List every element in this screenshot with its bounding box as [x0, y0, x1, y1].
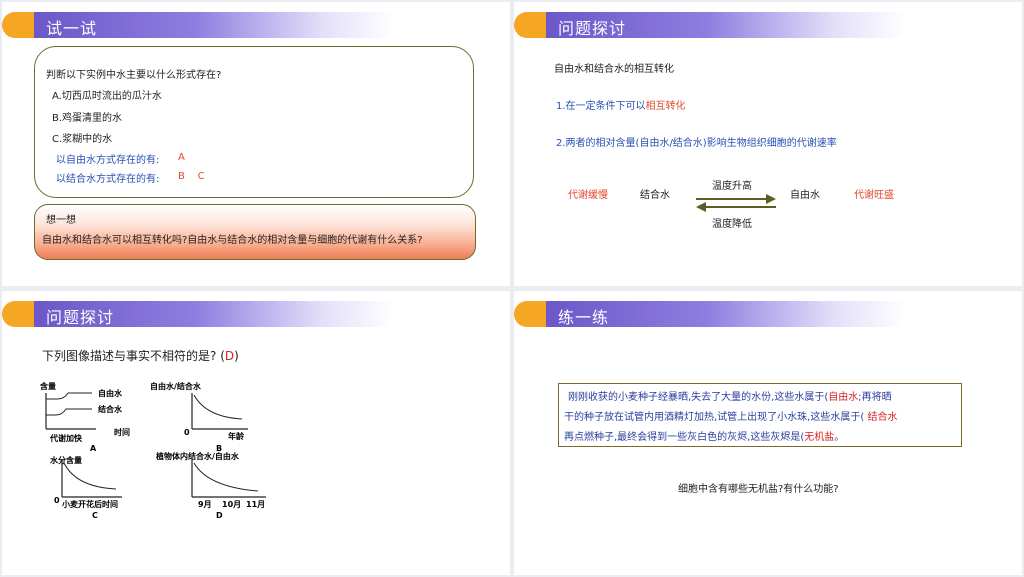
graph-c-ylabel: 水分含量 — [49, 455, 82, 465]
graph-d-letter: D — [216, 511, 223, 519]
slide-header: 问题探讨 — [514, 12, 914, 38]
graph-c-letter: C — [92, 511, 98, 519]
slide-header: 练一练 — [514, 301, 914, 327]
graph-a: 含量 自由水 结合水 代谢加快 时间 A — [40, 381, 130, 453]
slide-title: 问题探讨 — [46, 308, 115, 327]
graph-a-xlabel: 代谢加快 — [49, 433, 83, 443]
graph-c-origin: 0 — [54, 496, 60, 505]
slide-discussion-conversion: 问题探讨 自由水和结合水的相互转化 1.在一定条件下可以相互转化 2.两者的相对… — [514, 2, 1022, 286]
free-water: 自由水 — [790, 190, 820, 201]
slide-practice: 练一练 刚刚收获的小麦种子经暴晒,失去了大量的水份,这些水属于(自由水;再将晒 … — [514, 291, 1022, 575]
graphs-figure: 含量 自由水 结合水 代谢加快 时间 A 自由水/结合水 0 年龄 B 水分含量 — [40, 381, 266, 519]
header-tab — [514, 12, 546, 38]
graph-d-xtick-2: 10月 — [222, 500, 241, 509]
temp-down: 温度降低 — [712, 219, 752, 230]
slide-discussion-graphs: 问题探讨 下列图像描述与事实不相符的是? (D) 含量 自由水 结合水 代谢加快… — [2, 291, 510, 575]
slide-title: 问题探讨 — [558, 19, 627, 38]
graph-d: 植物体内结合水/自由水 9月 10月 11月 D — [155, 451, 266, 519]
graph-d-xtick-3: 11月 — [246, 500, 265, 509]
graph-a-line2: 结合水 — [98, 404, 123, 414]
section-heading: 自由水和结合水的相互转化 — [554, 64, 674, 75]
slide-title: 练一练 — [558, 308, 610, 327]
exercise-line-3: 再点燃种子,最终会得到一些灰白色的灰烬,这些灰烬是(无机盐。 — [564, 428, 844, 443]
point-1: 1.在一定条件下可以相互转化 — [556, 97, 686, 112]
graph-d-ylabel: 植物体内结合水/自由水 — [155, 451, 240, 461]
exercise-box: 刚刚收获的小麦种子经暴晒,失去了大量的水份,这些水属于(自由水;再将晒 干的种子… — [558, 383, 962, 447]
think-text: 自由水和结合水可以相互转化吗?自由水与结合水的相对含量与细胞的代谢有什么关系? — [42, 235, 423, 246]
header-tab — [2, 12, 34, 38]
exercise-line-1: 刚刚收获的小麦种子经暴晒,失去了大量的水份,这些水属于(自由水;再将晒 — [568, 388, 892, 403]
point-1-highlight: 相互转化 — [645, 101, 686, 112]
slide-title: 试一试 — [46, 19, 98, 38]
question-main: 下列图像描述与事实不相符的是? — [42, 349, 217, 363]
header-tab — [2, 301, 34, 327]
line2-answer: 结合水 — [867, 412, 898, 423]
graph-b-ylabel: 自由水/结合水 — [150, 381, 202, 391]
graph-c: 水分含量 0 小麦开花后时间 C — [49, 455, 122, 519]
option-b: B.鸡蛋清里的水 — [52, 113, 123, 124]
slow-metabolism: 代谢缓慢 — [568, 190, 608, 201]
graph-a-xlabel2: 时间 — [114, 427, 130, 437]
slide-try: 试一试 判断以下实例中水主要以什么形式存在? A.切西瓜时流出的瓜汁水 B.鸡蛋… — [2, 2, 510, 286]
graph-b-origin: 0 — [184, 428, 190, 437]
graph-d-xtick-1: 9月 — [198, 500, 212, 509]
header-tab — [514, 301, 546, 327]
point-1-prefix: 1.在一定条件下可以 — [556, 101, 646, 112]
think-title: 想一想 — [46, 215, 76, 226]
graph-a-letter: A — [90, 444, 97, 453]
bound-water-label: 以结合水方式存在的有: — [56, 174, 160, 185]
slide-header: 试一试 — [2, 12, 402, 38]
free-water-label: 以自由水方式存在的有: — [56, 155, 160, 166]
line2-text: 干的种子放在试管内用酒精灯加热,试管上出现了小水珠,这些水属于( — [564, 412, 865, 423]
graph-b: 自由水/结合水 0 年龄 B — [150, 381, 248, 453]
question-text: 判断以下实例中水主要以什么形式存在? — [46, 70, 222, 81]
graph-a-line1: 自由水 — [98, 388, 123, 398]
line1-tail: ;再将晒 — [858, 392, 892, 403]
answer-letter: D — [224, 349, 235, 363]
line3-text: 再点燃种子,最终会得到一些灰白色的灰烬,这些灰烬是( — [564, 432, 805, 443]
bound-water: 结合水 — [640, 190, 670, 201]
follow-up-question: 细胞中含有哪些无机盐?有什么功能? — [678, 484, 839, 495]
line3-answer: 无机盐 — [804, 432, 835, 443]
conversion-arrows-icon — [696, 194, 776, 212]
exercise-line-2: 干的种子放在试管内用酒精灯加热,试管上出现了小水珠,这些水属于( 结合水 — [564, 408, 897, 423]
fast-metabolism: 代谢旺盛 — [854, 190, 894, 201]
option-a: A.切西瓜时流出的瓜汁水 — [52, 91, 162, 102]
answer-close: ) — [234, 349, 239, 363]
line1-text: 刚刚收获的小麦种子经暴晒,失去了大量的水份,这些水属于( — [568, 392, 829, 403]
free-water-answer: A — [178, 152, 185, 163]
line3-tail: 。 — [834, 432, 845, 443]
question-text: 下列图像描述与事实不相符的是? (D) — [42, 347, 239, 364]
point-2: 2.两者的相对含量(自由水/结合水)影响生物组织细胞的代谢速率 — [556, 138, 837, 149]
bound-water-answer: B C — [178, 171, 205, 182]
slide-header: 问题探讨 — [2, 301, 402, 327]
graph-b-xlabel: 年龄 — [228, 431, 245, 441]
temp-up: 温度升高 — [712, 181, 752, 192]
option-c: C.浆糊中的水 — [52, 134, 113, 145]
graph-a-ylabel: 含量 — [40, 381, 56, 391]
line1-answer: 自由水 — [828, 392, 859, 403]
graph-c-xlabel: 小麦开花后时间 — [61, 499, 118, 509]
